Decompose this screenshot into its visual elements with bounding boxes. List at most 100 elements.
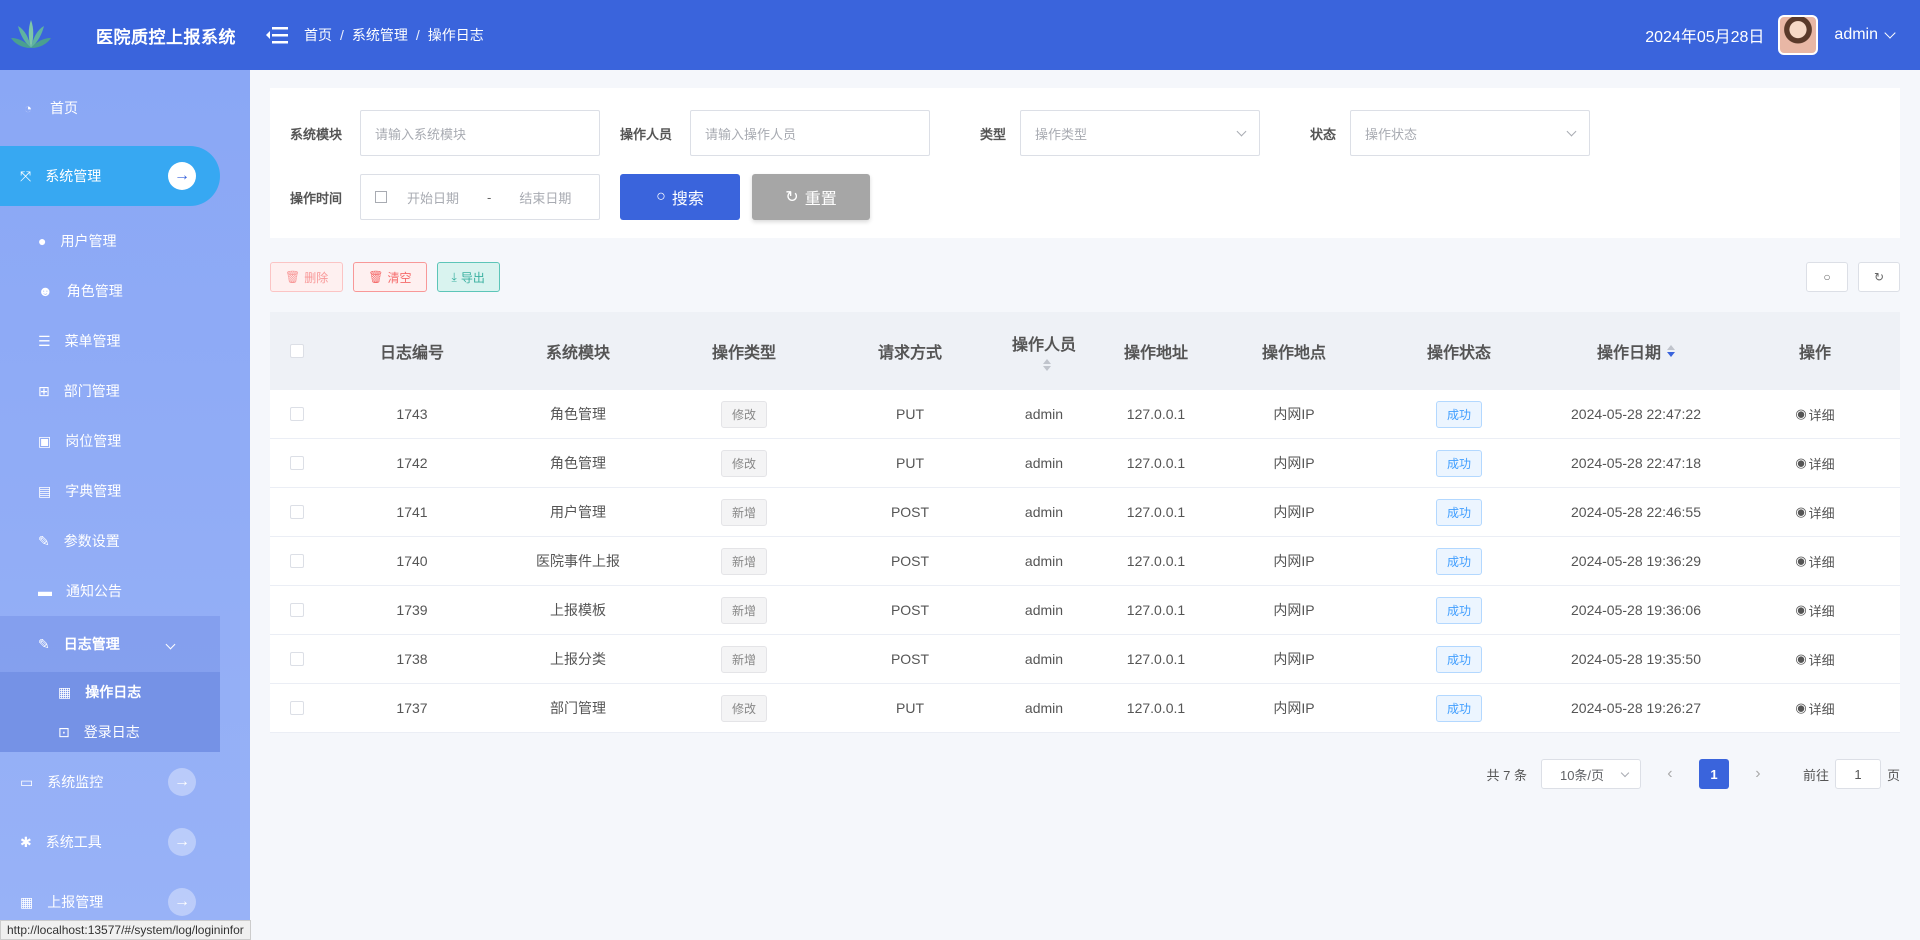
cell-module: 角色管理 xyxy=(550,406,606,422)
table-row: 1740 医院事件上报 新增 POST admin 127.0.0.1 内网IP 成功 2024… xyxy=(270,537,1900,586)
status-select[interactable]: 操作状态 xyxy=(1350,110,1590,156)
cell-date: 2024-05-28 19:36:29 xyxy=(1571,553,1701,569)
sidebar-item-notice[interactable]: ▬ 通知公告 xyxy=(0,566,220,616)
pagination: 共 7 条 10条/页 ‹ 1 › 前往 1 页 xyxy=(270,759,1900,789)
col-operator[interactable]: 操作人员 xyxy=(988,312,1100,390)
cell-operator: admin xyxy=(1024,651,1064,667)
operator-label: 操作人员 xyxy=(620,126,673,142)
sidebar-item-departments[interactable]: ⊞ 部门管理 xyxy=(0,366,220,416)
cell-location: 内网IP xyxy=(1273,651,1315,667)
sidebar-item-users[interactable]: ● 用户管理 xyxy=(0,216,220,266)
user-dropdown[interactable]: admin xyxy=(1834,26,1896,44)
sidebar-item-logininfor[interactable]: ⊡ 登录日志 xyxy=(0,712,220,752)
col-date[interactable]: 操作日期 xyxy=(1542,312,1730,390)
cell-id: 1739 xyxy=(396,602,428,618)
cell-id: 1740 xyxy=(396,553,428,569)
end-date-input[interactable]: 结束日期 xyxy=(519,188,571,207)
col-module: 系统模块 xyxy=(545,345,610,362)
sidebar-item-dict[interactable]: ▤ 字典管理 xyxy=(0,466,220,516)
start-date-input[interactable]: 开始日期 xyxy=(407,188,459,207)
eye-icon: ◉ xyxy=(1795,504,1807,519)
sidebar-item-roles[interactable]: ☻ 角色管理 xyxy=(0,266,220,316)
row-checkbox[interactable] xyxy=(290,505,304,519)
cell-ip: 127.0.0.1 xyxy=(1126,504,1186,520)
cell-date: 2024-05-28 19:26:27 xyxy=(1571,700,1701,716)
detail-link[interactable]: ◉ 详细 xyxy=(1795,601,1834,620)
table-row: 1741 用户管理 新增 POST admin 127.0.0.1 内网IP 成功 2024-0… xyxy=(270,488,1900,537)
row-checkbox[interactable] xyxy=(290,554,304,568)
cell-method: POST xyxy=(890,504,930,520)
detail-link[interactable]: ◉ 详细 xyxy=(1795,552,1834,571)
detail-link[interactable]: ◉ 详细 xyxy=(1795,405,1834,424)
cell-module: 用户管理 xyxy=(550,504,606,520)
sidebar-item-monitor[interactable]: ▭ 系统监控 → xyxy=(0,752,220,812)
detail-link[interactable]: ◉ 详细 xyxy=(1795,503,1834,522)
sidebar-log-submenu: ▦ 操作日志 ⊡ 登录日志 xyxy=(0,672,220,752)
toggle-search-button[interactable]: ○ xyxy=(1806,262,1848,292)
arrow-right-icon: → xyxy=(168,888,196,916)
detail-link[interactable]: ◉ 详细 xyxy=(1795,699,1834,718)
sidebar-item-system[interactable]: ⤧ 系统管理 → xyxy=(0,146,220,206)
module-input[interactable]: 请输入系统模块 xyxy=(360,110,600,156)
cell-location: 内网IP xyxy=(1273,553,1315,569)
cell-module: 上报分类 xyxy=(550,651,606,667)
sidebar-item-label: 首页 xyxy=(50,100,78,116)
sidebar-item-posts[interactable]: ▣ 岗位管理 xyxy=(0,416,220,466)
page-1-button[interactable]: 1 xyxy=(1698,759,1729,789)
reset-button[interactable]: ↻ 重置 xyxy=(752,174,870,220)
cell-operator: admin xyxy=(1024,602,1064,618)
prev-page-icon[interactable]: ‹ xyxy=(1655,765,1685,783)
cell-date: 2024-05-28 22:47:18 xyxy=(1571,455,1701,471)
avatar[interactable] xyxy=(1778,15,1819,55)
sidebar-item-operlog[interactable]: ▦ 操作日志 xyxy=(0,672,220,712)
detail-link[interactable]: ◉ 详细 xyxy=(1795,650,1834,669)
type-select[interactable]: 操作类型 xyxy=(1020,110,1260,156)
breadcrumb-home[interactable]: 首页 xyxy=(304,25,332,45)
row-checkbox[interactable] xyxy=(290,701,304,715)
breadcrumb-system[interactable]: 系统管理 xyxy=(352,25,408,45)
arrow-right-icon: → xyxy=(168,768,196,796)
status-badge: 成功 xyxy=(1435,547,1482,575)
sidebar-item-label: 岗位管理 xyxy=(65,433,122,449)
cell-operator: admin xyxy=(1024,700,1064,716)
refresh-button[interactable]: ↻ xyxy=(1858,262,1900,292)
cell-id: 1741 xyxy=(396,504,428,520)
sidebar-item-menus[interactable]: ☰ 菜单管理 xyxy=(0,316,220,366)
menu-fold-icon[interactable] xyxy=(266,25,288,45)
sidebar-item-config[interactable]: ✎ 参数设置 xyxy=(0,516,220,566)
filter-form: 系统模块 请输入系统模块 操作人员 请输入操作人员 类型 操作类型 状态 操作状… xyxy=(270,88,1900,238)
sidebar-item-label: 登录日志 xyxy=(83,724,140,740)
clear-button[interactable]: 🗑︎ 清空 xyxy=(353,262,427,292)
detail-link[interactable]: ◉ 详细 xyxy=(1795,454,1834,473)
select-all-checkbox[interactable] xyxy=(290,344,304,358)
row-checkbox[interactable] xyxy=(290,407,304,421)
eye-icon: ◉ xyxy=(1795,700,1807,715)
next-page-icon[interactable]: › xyxy=(1743,765,1773,783)
row-checkbox[interactable] xyxy=(290,603,304,617)
type-tag: 新增 xyxy=(720,645,767,673)
operator-input[interactable]: 请输入操作人员 xyxy=(690,110,930,156)
date-range-picker[interactable]: 开始日期 - 结束日期 xyxy=(360,174,600,220)
dashboard-icon: ◔ xyxy=(24,100,32,116)
search-button[interactable]: ○ 搜索 xyxy=(620,174,740,220)
page-size-select[interactable]: 10条/页 xyxy=(1540,759,1641,789)
cell-date: 2024-05-28 19:35:50 xyxy=(1571,651,1701,667)
lotus-logo-icon xyxy=(11,20,51,48)
log-icon: ✎ xyxy=(38,635,50,652)
sidebar-item-tools[interactable]: ✱ 系统工具 → xyxy=(0,812,220,872)
sidebar-item-log[interactable]: ✎ 日志管理 xyxy=(0,616,220,672)
delete-button[interactable]: 🗑︎ 删除 xyxy=(270,262,344,292)
cell-id: 1743 xyxy=(396,406,428,422)
search-icon: ○ xyxy=(1823,270,1831,284)
sidebar-item-home[interactable]: ◔ 首页 xyxy=(0,70,220,146)
module-label: 系统模块 xyxy=(290,126,343,142)
app-title: 医院质控上报系统 xyxy=(96,27,236,47)
row-checkbox[interactable] xyxy=(290,652,304,666)
sidebar-item-label: 系统监控 xyxy=(47,774,104,790)
cell-module: 部门管理 xyxy=(550,700,606,716)
trash-icon: 🗑︎ xyxy=(368,270,384,284)
row-checkbox[interactable] xyxy=(290,456,304,470)
eye-icon: ◉ xyxy=(1795,553,1807,568)
export-button[interactable]: ⤓ 导出 xyxy=(436,262,500,292)
goto-page-input[interactable]: 1 xyxy=(1834,759,1881,789)
